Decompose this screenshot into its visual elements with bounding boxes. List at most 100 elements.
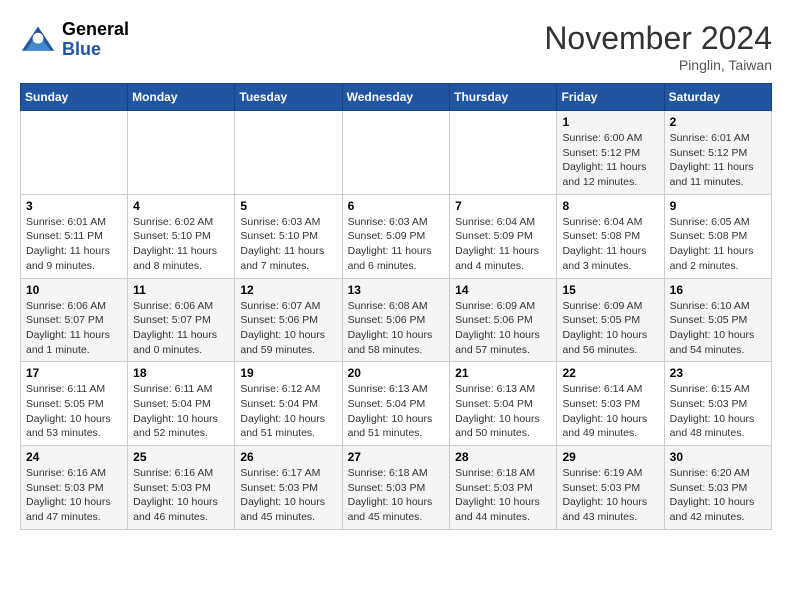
- day-cell: 7Sunrise: 6:04 AMSunset: 5:09 PMDaylight…: [450, 194, 557, 278]
- day-cell: 23Sunrise: 6:15 AMSunset: 5:03 PMDayligh…: [664, 362, 771, 446]
- day-number: 17: [26, 366, 122, 380]
- day-cell: 29 Sunrise: 6:19 AMSunset: 5:03 PMDayligh…: [557, 446, 664, 530]
- day-number: 6: [348, 199, 445, 213]
- col-tuesday: Tuesday: [235, 84, 342, 111]
- day-number: 8: [562, 199, 658, 213]
- day-number: 4: [133, 199, 229, 213]
- day-cell: 9 Sunrise: 6:05 AMSunset: 5:08 PMDaylight…: [664, 194, 771, 278]
- day-cell: 3 Sunrise: 6:01 AMSunset: 5:11 PMDaylight…: [21, 194, 128, 278]
- day-cell: [342, 111, 450, 195]
- day-number: 9: [670, 199, 766, 213]
- day-cell: 26Sunrise: 6:17 AMSunset: 5:03 PMDayligh…: [235, 446, 342, 530]
- col-friday: Friday: [557, 84, 664, 111]
- day-info: Sunrise: 6:10 AMSunset: 5:05 PMDaylight:…: [670, 299, 766, 358]
- day-cell: 24 Sunrise: 6:16 AMSunset: 5:03 PMDayligh…: [21, 446, 128, 530]
- day-info: Sunrise: 6:16 AMSunset: 5:03 PMDaylight:…: [26, 466, 122, 525]
- day-cell: 14Sunrise: 6:09 AMSunset: 5:06 PMDayligh…: [450, 278, 557, 362]
- day-info: Sunrise: 6:17 AMSunset: 5:03 PMDaylight:…: [240, 466, 336, 525]
- day-info: Sunrise: 6:09 AMSunset: 5:06 PMDaylight:…: [455, 299, 551, 358]
- day-info: Sunrise: 6:14 AMSunset: 5:03 PMDaylight:…: [562, 382, 658, 441]
- calendar-body: 1 Sunrise: 6:00 AMSunset: 5:12 PMDaylight…: [21, 111, 772, 530]
- day-info: Sunrise: 6:18 AMSunset: 5:03 PMDaylight:…: [455, 466, 551, 525]
- day-info: Sunrise: 6:05 AMSunset: 5:08 PMDaylight:…: [670, 215, 766, 274]
- day-number: 7: [455, 199, 551, 213]
- day-number: 19: [240, 366, 336, 380]
- day-cell: [450, 111, 557, 195]
- day-number: 3: [26, 199, 122, 213]
- day-number: 30: [670, 450, 766, 464]
- day-number: 27: [348, 450, 445, 464]
- day-info: Sunrise: 6:07 AMSunset: 5:06 PMDaylight:…: [240, 299, 336, 358]
- day-cell: 10 Sunrise: 6:06 AMSunset: 5:07 PMDayligh…: [21, 278, 128, 362]
- day-number: 2: [670, 115, 766, 129]
- day-cell: 25Sunrise: 6:16 AMSunset: 5:03 PMDayligh…: [128, 446, 235, 530]
- day-cell: 27 Sunrise: 6:18 AMSunset: 5:03 PMDayligh…: [342, 446, 450, 530]
- day-info: Sunrise: 6:08 AMSunset: 5:06 PMDaylight:…: [348, 299, 445, 358]
- day-info: Sunrise: 6:06 AMSunset: 5:07 PMDaylight:…: [133, 299, 229, 358]
- day-number: 1: [562, 115, 658, 129]
- day-info: Sunrise: 6:00 AMSunset: 5:12 PMDaylight:…: [562, 131, 658, 190]
- location: Pinglin, Taiwan: [544, 57, 772, 73]
- day-number: 13: [348, 283, 445, 297]
- day-cell: 4 Sunrise: 6:02 AMSunset: 5:10 PMDaylight…: [128, 194, 235, 278]
- day-cell: 1 Sunrise: 6:00 AMSunset: 5:12 PMDaylight…: [557, 111, 664, 195]
- day-info: Sunrise: 6:02 AMSunset: 5:10 PMDaylight:…: [133, 215, 229, 274]
- logo-line2: Blue: [62, 40, 129, 60]
- day-info: Sunrise: 6:18 AMSunset: 5:03 PMDaylight:…: [348, 466, 445, 525]
- week-row-5: 24 Sunrise: 6:16 AMSunset: 5:03 PMDayligh…: [21, 446, 772, 530]
- day-number: 12: [240, 283, 336, 297]
- day-info: Sunrise: 6:19 AMSunset: 5:03 PMDaylight:…: [562, 466, 658, 525]
- col-sunday: Sunday: [21, 84, 128, 111]
- day-number: 22: [562, 366, 658, 380]
- day-number: 29: [562, 450, 658, 464]
- day-number: 10: [26, 283, 122, 297]
- day-cell: 18Sunrise: 6:11 AMSunset: 5:04 PMDayligh…: [128, 362, 235, 446]
- calendar-table: Sunday Monday Tuesday Wednesday Thursday…: [20, 83, 772, 530]
- day-info: Sunrise: 6:13 AMSunset: 5:04 PMDaylight:…: [348, 382, 445, 441]
- day-cell: 28 Sunrise: 6:18 AMSunset: 5:03 PMDayligh…: [450, 446, 557, 530]
- day-number: 5: [240, 199, 336, 213]
- day-info: Sunrise: 6:13 AMSunset: 5:04 PMDaylight:…: [455, 382, 551, 441]
- day-cell: 30 Sunrise: 6:20 AMSunset: 5:03 PMDayligh…: [664, 446, 771, 530]
- day-info: Sunrise: 6:03 AMSunset: 5:10 PMDaylight:…: [240, 215, 336, 274]
- day-cell: 15 Sunrise: 6:09 AMSunset: 5:05 PMDayligh…: [557, 278, 664, 362]
- col-wednesday: Wednesday: [342, 84, 450, 111]
- day-info: Sunrise: 6:01 AMSunset: 5:11 PMDaylight:…: [26, 215, 122, 274]
- logo-icon: [20, 22, 56, 58]
- day-info: Sunrise: 6:04 AMSunset: 5:08 PMDaylight:…: [562, 215, 658, 274]
- day-cell: 21 Sunrise: 6:13 AMSunset: 5:04 PMDayligh…: [450, 362, 557, 446]
- day-info: Sunrise: 6:01 AMSunset: 5:12 PMDaylight:…: [670, 131, 766, 190]
- day-number: 11: [133, 283, 229, 297]
- title-block: November 2024 Pinglin, Taiwan: [544, 20, 772, 73]
- day-cell: 12 Sunrise: 6:07 AMSunset: 5:06 PMDayligh…: [235, 278, 342, 362]
- day-cell: 6 Sunrise: 6:03 AMSunset: 5:09 PMDaylight…: [342, 194, 450, 278]
- day-number: 20: [348, 366, 445, 380]
- day-number: 15: [562, 283, 658, 297]
- header-row: Sunday Monday Tuesday Wednesday Thursday…: [21, 84, 772, 111]
- day-number: 25: [133, 450, 229, 464]
- day-cell: 13 Sunrise: 6:08 AMSunset: 5:06 PMDayligh…: [342, 278, 450, 362]
- day-cell: [21, 111, 128, 195]
- day-number: 28: [455, 450, 551, 464]
- page-header: General Blue November 2024 Pinglin, Taiw…: [20, 20, 772, 73]
- day-cell: 19 Sunrise: 6:12 AMSunset: 5:04 PMDayligh…: [235, 362, 342, 446]
- day-cell: 22 Sunrise: 6:14 AMSunset: 5:03 PMDayligh…: [557, 362, 664, 446]
- day-number: 18: [133, 366, 229, 380]
- day-info: Sunrise: 6:09 AMSunset: 5:05 PMDaylight:…: [562, 299, 658, 358]
- day-cell: 5 Sunrise: 6:03 AMSunset: 5:10 PMDaylight…: [235, 194, 342, 278]
- day-cell: 11 Sunrise: 6:06 AMSunset: 5:07 PMDayligh…: [128, 278, 235, 362]
- day-cell: 16Sunrise: 6:10 AMSunset: 5:05 PMDayligh…: [664, 278, 771, 362]
- calendar-header: Sunday Monday Tuesday Wednesday Thursday…: [21, 84, 772, 111]
- day-info: Sunrise: 6:03 AMSunset: 5:09 PMDaylight:…: [348, 215, 445, 274]
- week-row-2: 3 Sunrise: 6:01 AMSunset: 5:11 PMDaylight…: [21, 194, 772, 278]
- week-row-1: 1 Sunrise: 6:00 AMSunset: 5:12 PMDaylight…: [21, 111, 772, 195]
- day-cell: 2 Sunrise: 6:01 AMSunset: 5:12 PMDaylight…: [664, 111, 771, 195]
- day-number: 21: [455, 366, 551, 380]
- day-number: 24: [26, 450, 122, 464]
- day-info: Sunrise: 6:12 AMSunset: 5:04 PMDaylight:…: [240, 382, 336, 441]
- day-info: Sunrise: 6:06 AMSunset: 5:07 PMDaylight:…: [26, 299, 122, 358]
- day-info: Sunrise: 6:11 AMSunset: 5:05 PMDaylight:…: [26, 382, 122, 441]
- logo-line1: General: [62, 20, 129, 40]
- day-info: Sunrise: 6:20 AMSunset: 5:03 PMDaylight:…: [670, 466, 766, 525]
- month-title: November 2024: [544, 20, 772, 57]
